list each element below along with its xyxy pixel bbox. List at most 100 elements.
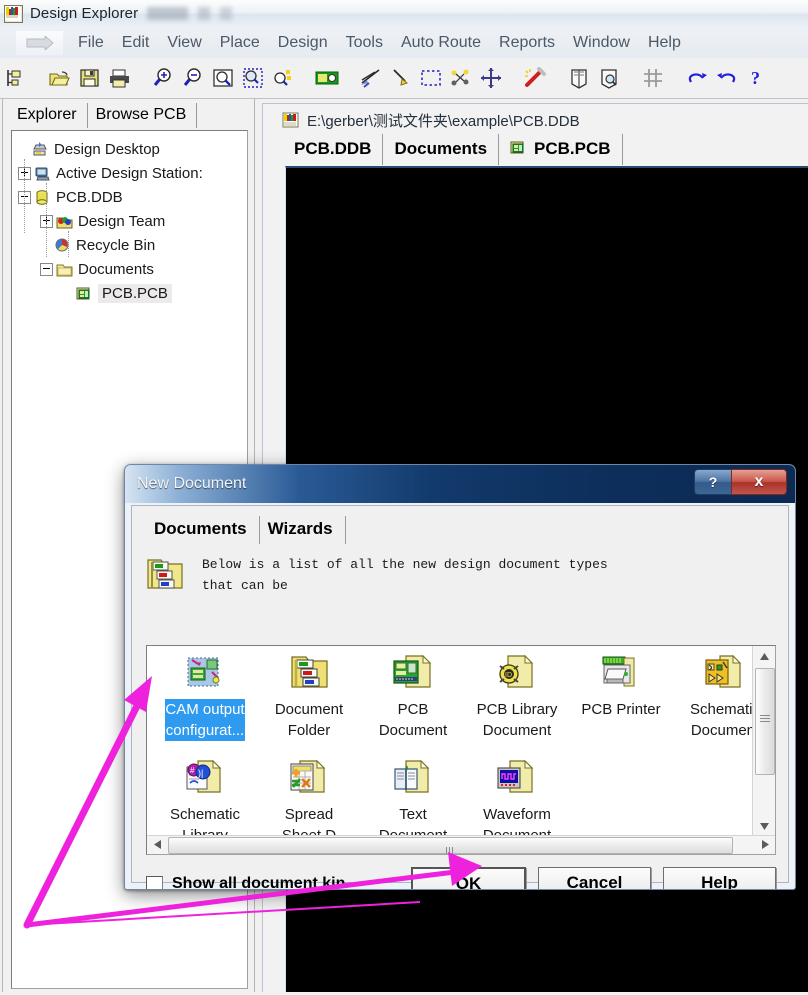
menu-item-help[interactable]: Help bbox=[639, 32, 690, 54]
menu-item-auto-route[interactable]: Auto Route bbox=[392, 32, 490, 54]
tree-connector bbox=[24, 159, 25, 233]
scroll-left-arrow-icon[interactable] bbox=[148, 836, 166, 853]
scroll-grip-icon bbox=[445, 842, 456, 854]
pcb-printer-icon bbox=[598, 652, 644, 694]
dialog-title: New Document bbox=[137, 475, 247, 492]
magic-wand-icon[interactable] bbox=[520, 63, 550, 93]
menu-item-place[interactable]: Place bbox=[211, 32, 269, 54]
tree-item-pcb-pcb[interactable]: PCB.PCB bbox=[18, 281, 247, 305]
scroll-up-arrow-icon[interactable] bbox=[754, 647, 774, 665]
tree-connector bbox=[68, 231, 69, 257]
cut-tracks-icon[interactable] bbox=[356, 63, 386, 93]
doc-type-cam-output[interactable]: CAM output configurat... bbox=[153, 652, 257, 757]
dialog-tab-documents[interactable]: Documents bbox=[146, 516, 260, 544]
dialog-close-button[interactable]: x bbox=[731, 469, 787, 495]
app-title-blurred-suffix bbox=[147, 7, 248, 20]
save-icon[interactable] bbox=[74, 63, 104, 93]
vertical-scroll-thumb[interactable] bbox=[755, 668, 775, 775]
menu-item-file[interactable]: File bbox=[69, 32, 113, 54]
zoom-in-icon[interactable] bbox=[148, 63, 178, 93]
zoom-area-icon[interactable] bbox=[238, 63, 268, 93]
tree-connector bbox=[46, 183, 47, 257]
doc-type-pcb-library[interactable]: ID PCB Library Document bbox=[465, 652, 569, 757]
document-folder-icon bbox=[286, 652, 332, 694]
select-area-icon[interactable] bbox=[416, 63, 446, 93]
dialog-action-buttons: OK Cancel Help bbox=[411, 866, 776, 889]
list-horizontal-scrollbar[interactable] bbox=[147, 835, 775, 854]
left-panel-tabs: Explorer Browse PCB bbox=[9, 100, 198, 128]
tree-item-design-team[interactable]: Design Team bbox=[18, 209, 247, 233]
redo-icon[interactable] bbox=[712, 63, 742, 93]
scroll-right-arrow-icon[interactable] bbox=[756, 836, 774, 853]
list-vertical-scrollbar[interactable] bbox=[752, 646, 775, 836]
doc-tab-label: PCB.PCB bbox=[534, 138, 611, 158]
cross-move-icon[interactable] bbox=[476, 63, 506, 93]
doc-tab-pcb-ddb[interactable]: PCB.DDB bbox=[283, 134, 384, 165]
dialog-body: Documents Wizards Below is a list of all… bbox=[131, 505, 789, 889]
zoom-document-icon[interactable] bbox=[208, 63, 238, 93]
doc-type-pcb-printer[interactable]: PCB Printer bbox=[569, 652, 673, 757]
documents-stack-icon bbox=[146, 556, 184, 592]
pcb-document-icon bbox=[390, 652, 436, 694]
cam-output-icon bbox=[182, 652, 228, 694]
open-folder-icon[interactable] bbox=[44, 63, 74, 93]
tree-item-pcb-ddb[interactable]: PCB.DDB bbox=[18, 185, 247, 209]
library-icon[interactable] bbox=[564, 63, 594, 93]
grid-icon[interactable] bbox=[638, 63, 668, 93]
scroll-down-arrow-icon[interactable] bbox=[754, 817, 774, 835]
menu-item-window[interactable]: Window bbox=[564, 32, 639, 54]
help-button[interactable]: Help bbox=[663, 866, 776, 889]
doc-tab-label: Documents bbox=[394, 138, 488, 158]
tree-label: Design Team bbox=[78, 212, 166, 230]
app-window: Design Explorer File Edit View Place Des… bbox=[0, 0, 808, 995]
dialog-help-button[interactable]: ? bbox=[694, 469, 731, 495]
browse-component-icon[interactable] bbox=[312, 63, 342, 93]
doc-type-label: PCB Library Document bbox=[476, 701, 558, 739]
menu-item-design[interactable]: Design bbox=[269, 32, 337, 54]
new-document-icon[interactable] bbox=[0, 63, 30, 93]
menu-item-edit[interactable]: Edit bbox=[113, 32, 159, 54]
cancel-button[interactable]: Cancel bbox=[538, 866, 651, 889]
pcb-file-icon bbox=[75, 285, 93, 302]
menu-dropdown-arrow-icon[interactable] bbox=[16, 30, 63, 55]
tree-item-recycle-bin[interactable]: Recycle Bin bbox=[18, 233, 247, 257]
schematic-library-icon: # )| bbox=[182, 757, 228, 799]
menu-item-reports[interactable]: Reports bbox=[490, 32, 564, 54]
help-question-icon[interactable]: ? bbox=[742, 63, 772, 93]
collapse-minus-icon[interactable] bbox=[40, 262, 53, 276]
design-station-icon bbox=[33, 165, 51, 182]
document-type-list[interactable]: CAM output configurat... Document Folder… bbox=[146, 645, 776, 855]
library-find-icon[interactable] bbox=[594, 63, 624, 93]
svg-text:?: ? bbox=[751, 68, 760, 88]
move-selection-icon[interactable] bbox=[446, 63, 476, 93]
zoom-selected-icon[interactable] bbox=[268, 63, 298, 93]
ok-button[interactable]: OK bbox=[411, 866, 526, 889]
dialog-description: Below is a list of all the new design do… bbox=[146, 554, 778, 596]
text-document-icon bbox=[390, 757, 436, 799]
undo-icon[interactable] bbox=[682, 63, 712, 93]
tree-item-design-desktop[interactable]: Design Desktop bbox=[18, 137, 247, 161]
zoom-out-icon[interactable] bbox=[178, 63, 208, 93]
svg-text:#: # bbox=[190, 766, 195, 775]
horizontal-scroll-thumb[interactable] bbox=[168, 837, 733, 854]
tree-item-documents[interactable]: Documents bbox=[18, 257, 247, 281]
dialog-tab-wizards[interactable]: Wizards bbox=[260, 516, 346, 544]
menu-item-view[interactable]: View bbox=[158, 32, 210, 54]
move-track-icon[interactable] bbox=[386, 63, 416, 93]
spreadsheet-icon bbox=[286, 757, 332, 799]
doc-tab-pcb-pcb[interactable]: PCB.PCB bbox=[499, 134, 623, 165]
svg-text:ID: ID bbox=[505, 672, 512, 679]
doc-type-document-folder[interactable]: Document Folder bbox=[257, 652, 361, 757]
app-title: Design Explorer bbox=[30, 5, 139, 22]
tab-browse-pcb[interactable]: Browse PCB bbox=[88, 103, 198, 128]
print-icon[interactable] bbox=[104, 63, 134, 93]
tab-explorer[interactable]: Explorer bbox=[9, 103, 88, 128]
doc-tab-documents[interactable]: Documents bbox=[383, 134, 500, 165]
tree-item-active-design-stations[interactable]: Active Design Station: bbox=[18, 161, 247, 185]
show-all-documents-label: Show all document kin bbox=[172, 875, 346, 890]
show-all-documents-checkbox[interactable] bbox=[146, 875, 163, 889]
menu-item-tools[interactable]: Tools bbox=[337, 32, 392, 54]
toolbar: ? bbox=[0, 58, 808, 99]
doc-type-pcb-document[interactable]: PCB Document bbox=[361, 652, 465, 757]
document-path-title: E:\gerber\测试文件夹\example\PCB.DDB bbox=[307, 112, 580, 130]
